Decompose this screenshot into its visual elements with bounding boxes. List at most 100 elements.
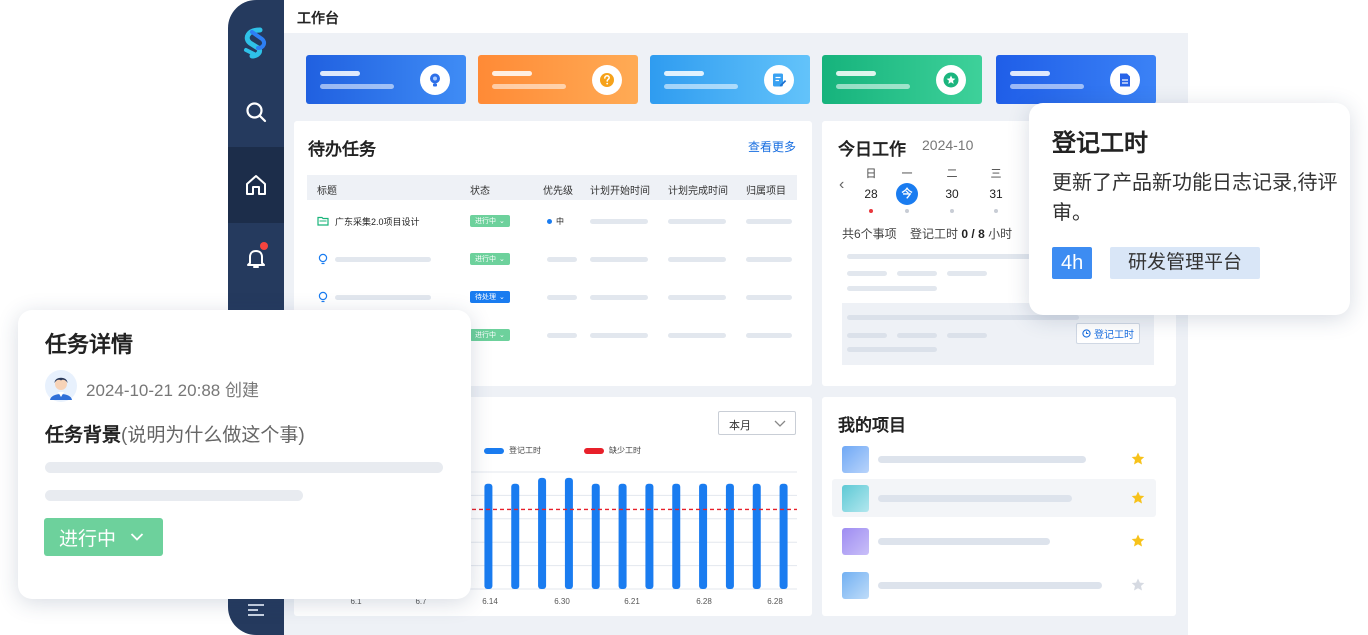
tick-label: 6.28 xyxy=(767,597,783,606)
chevron-down-icon: ⌄ xyxy=(499,294,505,301)
weekday-label: 三 xyxy=(990,168,1002,180)
home-icon xyxy=(246,175,266,195)
todo-table-header: 标题 状态 优先级 计划开始时间 计划完成时间 归属项目 xyxy=(307,175,797,200)
menu-icon xyxy=(248,604,264,616)
stat-card-4[interactable] xyxy=(822,55,982,104)
project-cell xyxy=(746,202,792,240)
popup-description: 更新了产品新功能日志记录,待评审。 xyxy=(1052,172,1338,224)
placeholder-bar xyxy=(897,271,937,276)
stat-card-line xyxy=(664,71,704,76)
task-status-dropdown[interactable]: 进行中 xyxy=(44,518,163,556)
calendar-day[interactable]: 二 30 xyxy=(937,165,967,213)
legend-swatch xyxy=(584,447,604,454)
project-tag: 研发管理平台 xyxy=(1110,247,1261,279)
popup-title: 登记工时 xyxy=(1052,130,1148,157)
sidebar-item-notifications[interactable] xyxy=(228,220,284,296)
status-badge[interactable]: 进行中 ⌄ xyxy=(470,253,510,265)
chart-bar xyxy=(564,477,573,589)
placeholder-bar xyxy=(947,271,987,276)
stat-card-2[interactable] xyxy=(478,55,638,104)
project-item[interactable] xyxy=(832,522,1156,560)
chart-bar xyxy=(752,483,761,589)
weekday-label: 二 xyxy=(946,168,958,180)
start-time-cell xyxy=(590,202,648,240)
today-summary: 共6个事项 登记工时 0 / 8 小时 xyxy=(842,225,1012,242)
chevron-down-icon: ⌄ xyxy=(499,256,505,263)
column-header: 状态 xyxy=(470,186,490,197)
project-cell xyxy=(746,278,792,316)
stat-card-line xyxy=(492,84,566,89)
placeholder-bar xyxy=(335,256,431,262)
sidebar-item-search[interactable] xyxy=(228,74,284,150)
projects-title: 我的项目 xyxy=(838,416,906,435)
day-number: 31 xyxy=(989,187,1003,201)
task-background-heading: 任务背景(说明为什么做这个事) xyxy=(45,420,305,447)
project-thumbnail xyxy=(842,528,869,555)
placeholder-bar xyxy=(746,256,792,262)
star-icon[interactable] xyxy=(1130,451,1146,467)
sidebar-item-home[interactable] xyxy=(228,147,284,223)
question-icon xyxy=(600,73,614,87)
project-item[interactable] xyxy=(832,440,1156,478)
end-time-cell xyxy=(668,278,726,316)
placeholder-bar xyxy=(847,286,937,291)
table-row[interactable]: 广东采集2.0项目设计 进行中 ⌄ 中 xyxy=(307,202,797,240)
priority-dot xyxy=(547,218,552,224)
bulb-icon xyxy=(430,73,440,87)
project-item[interactable] xyxy=(832,566,1156,604)
log-unit: 小时 xyxy=(988,227,1013,241)
calendar-day[interactable]: 三 31 xyxy=(981,165,1011,213)
legend-item: 缺少工时 xyxy=(584,445,641,456)
day-marker xyxy=(994,209,998,213)
chart-bar xyxy=(511,483,520,589)
star-badge-icon xyxy=(943,72,959,88)
search-icon xyxy=(246,102,267,123)
project-item[interactable] xyxy=(832,479,1156,517)
log-hours-button[interactable]: 登记工时 xyxy=(1076,323,1140,344)
status-badge[interactable]: 进行中 ⌄ xyxy=(470,329,510,341)
bulb-icon xyxy=(318,291,328,303)
status-cell: 进行中 ⌄ xyxy=(470,202,510,240)
stat-card-line xyxy=(492,71,532,76)
project-cell xyxy=(746,316,792,354)
end-time-cell xyxy=(668,316,726,354)
star-icon[interactable] xyxy=(1130,490,1146,506)
stat-card-line xyxy=(320,71,360,76)
star-icon[interactable] xyxy=(1130,577,1146,593)
placeholder-bar xyxy=(847,271,887,276)
stat-card-1[interactable] xyxy=(306,55,466,104)
folder-icon xyxy=(317,216,329,226)
section-hint: (说明为什么做这个事) xyxy=(121,425,305,446)
see-more-link[interactable]: 查看更多 xyxy=(748,138,796,155)
task-detail-popup: 任务详情 2024-10-21 20:88 创建 任务背景(说明为什么做这个事)… xyxy=(18,310,471,599)
stat-card-icon-wrap xyxy=(420,65,450,95)
table-row[interactable]: 进行中 ⌄ xyxy=(307,240,797,278)
star-icon[interactable] xyxy=(1130,533,1146,549)
stat-card-icon-wrap xyxy=(936,65,966,95)
status-badge[interactable]: 待处理 ⌄ xyxy=(470,291,510,303)
status-cell: 进行中 ⌄ xyxy=(470,240,510,278)
log-hours-popup: 登记工时 更新了产品新功能日志记录,待评审。 4h 研发管理平台 xyxy=(1029,103,1350,315)
status-label: 进行中 xyxy=(475,218,496,225)
period-select[interactable]: 本月 xyxy=(718,411,796,435)
project-thumbnail xyxy=(842,572,869,599)
stat-card-line xyxy=(320,84,394,89)
placeholder-bar xyxy=(590,294,648,300)
status-badge[interactable]: 进行中 ⌄ xyxy=(470,215,510,227)
log-value: 0 / 8 xyxy=(961,227,985,241)
priority-label: 中 xyxy=(556,216,564,226)
calendar-day-today[interactable]: 一 今 xyxy=(892,165,922,213)
status-label: 进行中 xyxy=(475,332,496,339)
chevron-left-icon[interactable]: ‹ xyxy=(839,176,844,194)
placeholder-bar xyxy=(668,332,726,338)
stat-card-3[interactable] xyxy=(650,55,810,104)
priority-cell xyxy=(547,278,577,316)
placeholder-bar xyxy=(878,582,1102,589)
stat-card-5[interactable] xyxy=(996,55,1156,104)
app-logo-icon[interactable] xyxy=(238,26,274,62)
placeholder-bar xyxy=(668,294,726,300)
start-time-cell xyxy=(590,240,648,278)
priority-cell xyxy=(547,316,577,354)
calendar-day[interactable]: 日 28 xyxy=(856,165,886,213)
today-title: 今日工作 xyxy=(838,140,906,159)
